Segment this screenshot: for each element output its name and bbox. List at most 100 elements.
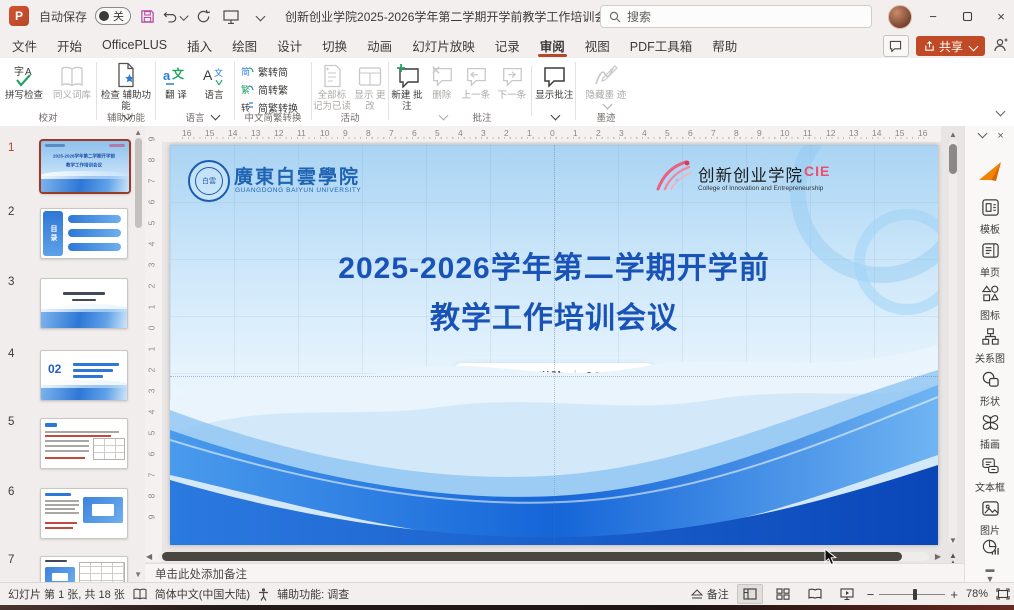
copresence-button[interactable] (992, 38, 1008, 55)
ribbon-tab-8[interactable]: 幻灯片放映 (402, 32, 485, 58)
panel-item-textbox[interactable]: 文本框 (965, 456, 1014, 494)
ribbon-tab-7[interactable]: 动画 (357, 32, 402, 58)
redo-button[interactable] (191, 4, 215, 28)
vertical-scrollbar[interactable]: ▲ ▼ ▲▲ ▼▼ (946, 128, 960, 558)
zoom-percentage[interactable]: 78% (966, 588, 988, 600)
ribbon-tab-3[interactable]: 插入 (177, 32, 222, 58)
scroll-up-icon[interactable]: ▲ (948, 130, 958, 139)
save-button[interactable] (135, 4, 159, 28)
slide-canvas[interactable]: 白雲 廣東白雲學院 GUANGDONG BAIYUN UNIVERSITY 创新… (170, 145, 938, 545)
thumb-scroll-up-icon[interactable]: ▲ (134, 128, 142, 137)
slide-thumbnail-7[interactable] (40, 556, 128, 582)
collapse-ribbon-button[interactable] (994, 106, 1004, 120)
simp-to-trad-icon: 繁 (241, 83, 254, 96)
show-changes-button[interactable]: 显示 更改 (353, 62, 387, 112)
panel-item-shapes[interactable]: 形状 (965, 370, 1014, 408)
panel-item-diagram[interactable]: 关系图 (965, 327, 1014, 365)
accessibility-check-icon (114, 62, 138, 88)
zoom-handle[interactable] (913, 589, 917, 600)
slide-thumbnail-3[interactable] (40, 278, 128, 329)
panel-more-button[interactable]: ▬▼ (965, 564, 1014, 584)
university-seal: 白雲 (188, 160, 230, 202)
ribbon-tab-13[interactable]: 帮助 (702, 32, 747, 58)
comments-button[interactable] (883, 35, 909, 57)
thesaurus-button[interactable]: 同义词库 (49, 62, 95, 101)
panel-item-illustration[interactable]: 插画 (965, 413, 1014, 451)
zoom-out-button[interactable]: − (867, 587, 875, 602)
slideshow-view-button[interactable] (835, 585, 859, 603)
slide-thumbnail-4[interactable]: 02 (40, 350, 128, 401)
notes-pane[interactable]: 单击此处添加备注 (145, 563, 974, 583)
ribbon-tab-10[interactable]: 审阅 (530, 32, 575, 58)
ribbon-tab-2[interactable]: OfficePLUS (92, 32, 177, 58)
svg-text:文: 文 (214, 67, 223, 78)
slide-thumbnail-1[interactable]: 2025-2026学年第二学期开学前 教学工作培训会议 (39, 139, 131, 194)
zoom-in-button[interactable]: + (950, 587, 958, 602)
fit-to-window-icon[interactable] (996, 588, 1010, 600)
panel-item-templates[interactable]: 模板 (965, 198, 1014, 236)
next-comment-icon (500, 64, 524, 88)
reading-view-button[interactable] (803, 585, 827, 603)
thumb-text-line-red (45, 457, 85, 459)
account-avatar[interactable] (888, 5, 912, 29)
ribbon-tab-6[interactable]: 切换 (312, 32, 357, 58)
minimize-button[interactable]: − (916, 0, 950, 32)
zoom-track[interactable] (879, 594, 945, 595)
simp-to-trad-button[interactable]: 繁 简转繁 (235, 81, 311, 97)
slide-thumbnail-5[interactable] (40, 418, 128, 469)
zoom-slider[interactable]: − + (867, 587, 958, 602)
spell-check-button[interactable]: 字A 拼写检查 (1, 62, 47, 101)
panel-item-charts[interactable] (965, 538, 1014, 561)
vscroll-thumb[interactable] (949, 144, 957, 174)
start-presentation-button[interactable] (219, 4, 243, 28)
scroll-left-icon[interactable]: ◀ (146, 552, 152, 561)
horizontal-scrollbar[interactable]: ◀ ▶ (146, 550, 941, 563)
share-button[interactable]: 共享 (916, 36, 985, 56)
panel-item-single-page[interactable]: 单页 (965, 241, 1014, 279)
ribbon-tab-0[interactable]: 文件 (2, 32, 47, 58)
slide-sorter-icon (776, 588, 790, 600)
hide-ink-button[interactable]: 隐藏墨 迹 (584, 62, 628, 108)
next-comment-button[interactable]: 下一条 (495, 62, 529, 101)
ribbon-tab-5[interactable]: 设计 (267, 32, 312, 58)
quick-access-dropdown[interactable] (247, 4, 271, 28)
scroll-right-icon[interactable]: ▶ (935, 552, 941, 561)
maximize-button[interactable] (950, 0, 984, 32)
hscroll-thumb[interactable] (162, 552, 902, 561)
h-ruler-mark: 4 (642, 128, 647, 138)
normal-view-button[interactable] (737, 584, 763, 604)
slide-thumbnail-2[interactable]: 目录 (40, 208, 128, 259)
panel-item-pictures[interactable]: 图片 (965, 499, 1014, 537)
h-ruler-mark: 3 (481, 128, 486, 138)
thumb-scrollbar[interactable] (135, 138, 142, 228)
slide-sorter-view-button[interactable] (771, 585, 795, 603)
spellcheck-book-icon[interactable] (133, 588, 147, 600)
ribbon-tab-4[interactable]: 绘图 (222, 32, 267, 58)
scroll-down-icon[interactable]: ▼ (948, 536, 958, 545)
search-placeholder: 搜索 (627, 8, 651, 25)
mark-all-read-button[interactable]: 全部标 记为已读 (313, 62, 351, 112)
autosave-toggle[interactable]: 关 (95, 7, 131, 25)
thumb-scroll-down-icon[interactable]: ▼ (134, 570, 142, 579)
close-button[interactable]: × (984, 0, 1014, 32)
panel-close-button[interactable]: × (997, 130, 1003, 142)
vscroll-track[interactable] (949, 140, 957, 544)
accessibility-status[interactable]: 辅助功能: 调查 (277, 586, 349, 602)
v-ruler-mark: 9 (146, 137, 156, 142)
trad-to-simp-button[interactable]: 简 繁转简 (235, 63, 311, 79)
ribbon-tab-12[interactable]: PDF工具箱 (620, 32, 703, 58)
ribbon-tab-9[interactable]: 记录 (485, 32, 530, 58)
ribbon-tab-11[interactable]: 视图 (575, 32, 620, 58)
language-status[interactable]: 简体中文(中国大陆) (155, 586, 250, 602)
undo-button[interactable] (163, 4, 187, 28)
previous-comment-button[interactable]: 上一条 (459, 62, 493, 101)
notes-toggle-button[interactable]: 备注 (691, 586, 729, 602)
ribbon-tab-1[interactable]: 开始 (47, 32, 92, 58)
search-box[interactable]: 搜索 (600, 5, 872, 28)
translate-button[interactable]: a文 翻 译 (158, 62, 194, 101)
show-changes-icon (358, 66, 382, 88)
new-comment-button[interactable]: 新建 批注 (389, 62, 425, 112)
panel-collapse-button[interactable] (976, 130, 986, 142)
panel-item-icons[interactable]: 图标 (965, 284, 1014, 322)
slide-thumbnail-6[interactable] (40, 488, 128, 539)
